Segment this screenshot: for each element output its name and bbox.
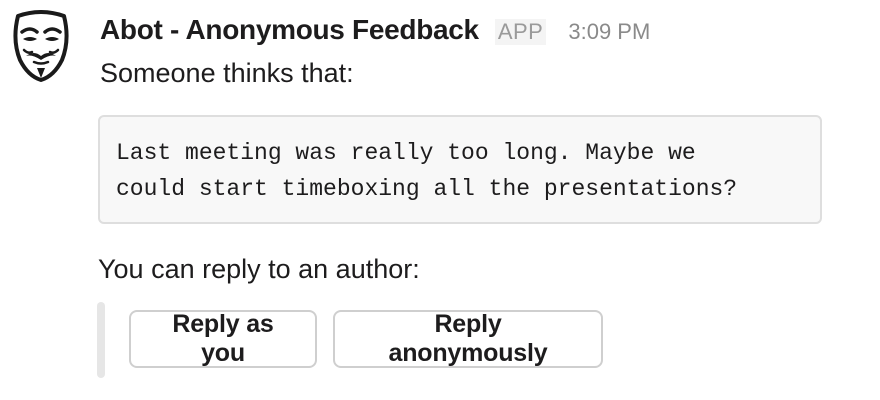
action-buttons: Reply as you Reply anonymously (129, 310, 603, 368)
message-intro: Someone thinks that: (100, 58, 354, 88)
reply-anonymously-button[interactable]: Reply anonymously (333, 310, 603, 368)
timestamp[interactable]: 3:09 PM (568, 19, 650, 45)
anonymous-mask-icon (13, 10, 69, 82)
sender-name[interactable]: Abot - Anonymous Feedback (100, 14, 479, 46)
chat-message: Abot - Anonymous Feedback APP 3:09 PM So… (0, 0, 880, 400)
feedback-quote: Last meeting was really too long. Maybe … (98, 115, 822, 224)
reply-prompt: You can reply to an author: (98, 254, 420, 284)
attachment-bar (97, 302, 105, 378)
app-badge: APP (494, 19, 547, 45)
message-header: Abot - Anonymous Feedback APP 3:09 PM (100, 14, 650, 46)
avatar[interactable] (10, 10, 72, 82)
reply-as-you-button[interactable]: Reply as you (129, 310, 317, 368)
